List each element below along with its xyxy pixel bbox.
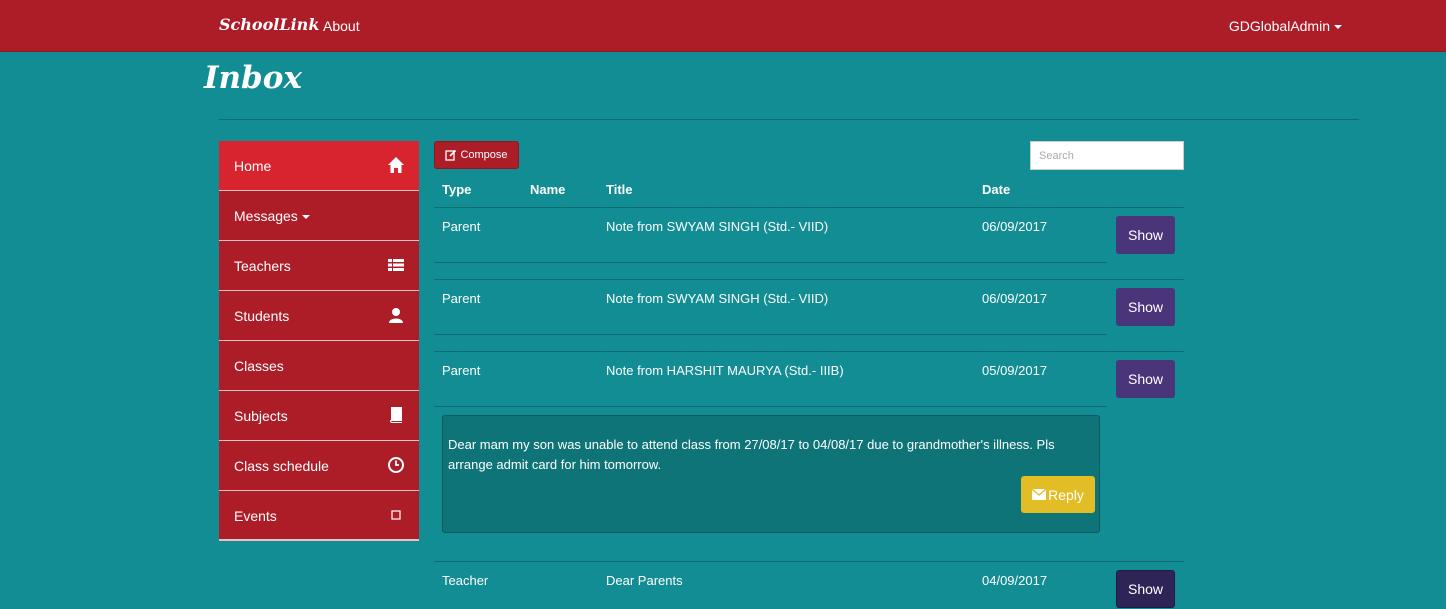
page-title: Inbox — [204, 60, 302, 96]
top-navbar: SchoolLink About GDGlobalAdmin — [0, 0, 1446, 52]
sidebar-item-students[interactable]: Students — [219, 291, 419, 341]
show-button[interactable]: Show — [1116, 288, 1175, 326]
user-name: GDGlobalAdmin — [1228, 18, 1330, 34]
row-divider — [434, 561, 1184, 562]
sidebar-item-class-schedule[interactable]: Class schedule — [219, 441, 419, 491]
message-panel: Dear mam my son was unable to attend cla… — [442, 415, 1100, 533]
sidebar-item-label: Subjects — [234, 408, 288, 424]
sidebar-item-text: Messages — [234, 208, 298, 224]
header-divider — [434, 207, 1184, 208]
row-type: Parent — [442, 291, 481, 306]
sidebar-item-label: Class schedule — [234, 458, 329, 474]
sidebar-item-home[interactable]: Home — [219, 141, 419, 191]
row-divider — [434, 279, 1184, 280]
show-button[interactable]: Show — [1116, 570, 1175, 608]
sidebar-item-classes[interactable]: Classes — [219, 341, 419, 391]
row-date: 05/09/2017 — [982, 363, 1048, 378]
row-title: Note from SWYAM SINGH (Std.- VIID) — [606, 291, 829, 306]
column-header-name[interactable]: Name — [530, 182, 565, 197]
caret-down-icon — [301, 215, 310, 220]
sidebar-item-subjects[interactable]: Subjects — [219, 391, 419, 441]
sidebar-item-label: Teachers — [234, 258, 291, 274]
book-icon — [389, 407, 402, 423]
list-icon — [388, 259, 404, 271]
row-title: Note from HARSHIT MAURYA (Std.- IIIB) — [606, 363, 844, 378]
sidebar-item-label: Home — [234, 158, 272, 174]
sidebar-item-events[interactable]: Events — [219, 491, 419, 541]
row-date: 06/09/2017 — [982, 219, 1048, 234]
row-divider — [434, 334, 1107, 335]
row-date: 04/09/2017 — [982, 573, 1048, 588]
column-header-title[interactable]: Title — [606, 182, 633, 197]
title-divider — [219, 119, 1359, 120]
row-divider — [434, 406, 1107, 407]
caret-down-icon — [1334, 25, 1342, 30]
sidebar: Home Messages Teachers Students Classes … — [219, 141, 419, 541]
row-title: Note from SWYAM SINGH (Std.- VIID) — [606, 219, 829, 234]
home-icon — [388, 157, 404, 173]
sidebar-item-label: Events — [234, 508, 277, 524]
edit-icon — [445, 149, 457, 161]
search-input[interactable] — [1030, 141, 1184, 170]
column-header-date[interactable]: Date — [982, 182, 1010, 197]
brand-logo[interactable]: SchoolLink — [219, 15, 319, 34]
sidebar-item-messages[interactable]: Messages — [219, 191, 419, 241]
sidebar-item-label: Messages — [234, 208, 310, 224]
show-button[interactable]: Show — [1116, 216, 1175, 254]
compose-label: Compose — [460, 149, 508, 161]
sidebar-item-teachers[interactable]: Teachers — [219, 241, 419, 291]
message-body: Dear mam my son was unable to attend cla… — [448, 437, 1055, 472]
calendar-icon — [391, 510, 401, 520]
row-type: Parent — [442, 219, 481, 234]
row-type: Teacher — [442, 573, 489, 588]
show-button[interactable]: Show — [1116, 360, 1175, 398]
reply-label: Reply — [1048, 486, 1084, 503]
row-divider — [434, 262, 1107, 263]
row-type: Parent — [442, 363, 481, 378]
row-date: 06/09/2017 — [982, 291, 1048, 306]
nav-about-link[interactable]: About — [323, 18, 360, 34]
user-icon — [389, 308, 403, 323]
row-title: Dear Parents — [606, 573, 683, 588]
sidebar-item-label: Students — [234, 308, 290, 324]
envelope-icon — [1032, 489, 1047, 500]
row-divider — [434, 351, 1184, 352]
reply-button[interactable]: Reply — [1021, 476, 1095, 513]
compose-button[interactable]: Compose — [434, 141, 519, 169]
clock-icon — [388, 457, 404, 473]
sidebar-item-label: Classes — [234, 358, 284, 374]
column-header-type[interactable]: Type — [442, 182, 471, 197]
user-menu[interactable]: GDGlobalAdmin — [1229, 18, 1342, 34]
